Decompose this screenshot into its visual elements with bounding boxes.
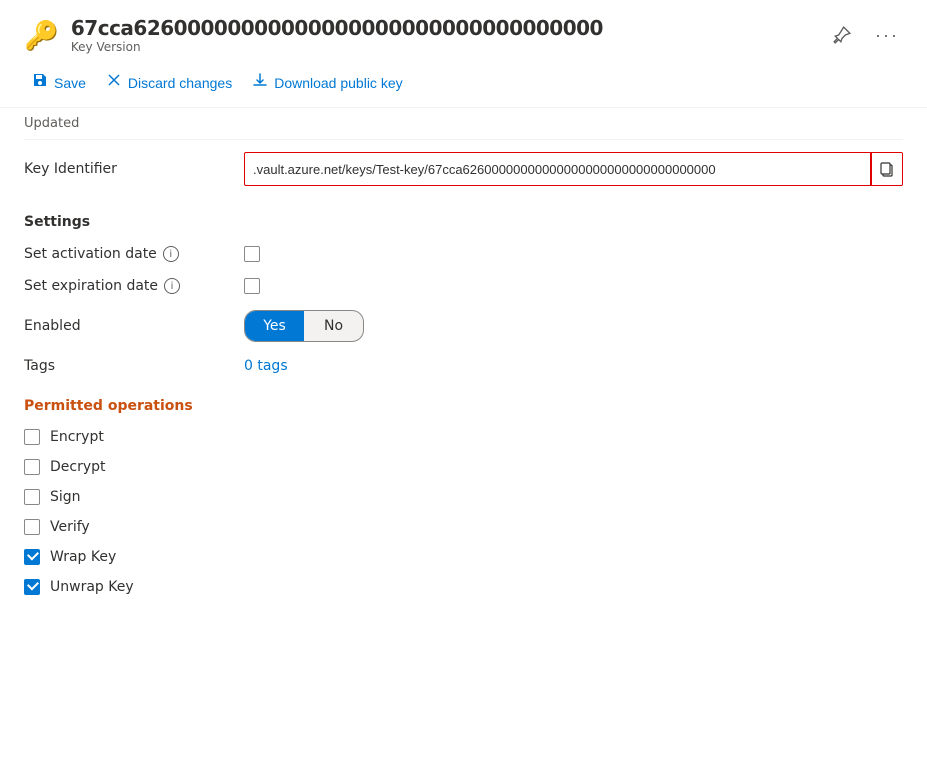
discard-label: Discard changes: [128, 75, 232, 91]
key-identifier-row: Key Identifier: [24, 140, 903, 198]
perm-op-unwrap_key-row: Unwrap Key: [24, 572, 903, 602]
perm-op-wrap_key-checkbox[interactable]: [24, 549, 40, 565]
more-options-button[interactable]: ···: [871, 21, 903, 50]
expiration-date-info-icon[interactable]: i: [164, 278, 180, 294]
enabled-row: Enabled Yes No: [24, 302, 903, 350]
perm-op-sign-checkbox[interactable]: [24, 489, 40, 505]
header-text: 67cca62600000000000000000000000000000000…: [71, 16, 817, 54]
tags-row: Tags 0 tags: [24, 350, 903, 382]
permitted-operations-list: Encrypt Decrypt Sign Verify Wrap Key Unwrap K…: [24, 422, 903, 602]
enabled-toggle-container: Yes No: [244, 310, 364, 342]
expiration-date-checkbox[interactable]: [244, 278, 260, 294]
perm-op-decrypt-checkbox[interactable]: [24, 459, 40, 475]
activation-date-row: Set activation date i: [24, 238, 903, 270]
key-identifier-input[interactable]: [245, 156, 870, 183]
perm-op-verify-label: Verify: [50, 519, 90, 535]
save-icon: [32, 72, 48, 93]
activation-date-text: Set activation date: [24, 246, 157, 262]
toolbar: Save Discard changes Download public key: [0, 58, 927, 108]
perm-op-unwrap_key-label: Unwrap Key: [50, 579, 134, 595]
permitted-operations-header: Permitted operations: [24, 382, 903, 422]
download-icon: [252, 72, 268, 93]
enabled-toggle[interactable]: Yes No: [244, 310, 364, 342]
perm-op-unwrap_key-checkbox[interactable]: [24, 579, 40, 595]
header-actions: ···: [829, 21, 903, 50]
expiration-date-text: Set expiration date: [24, 278, 158, 294]
pin-button[interactable]: [829, 22, 855, 48]
tags-text: Tags: [24, 358, 55, 374]
download-label: Download public key: [274, 75, 402, 91]
page-subtitle: Key Version: [71, 40, 817, 54]
discard-icon: [106, 72, 122, 93]
page-header: 🔑 67cca626000000000000000000000000000000…: [0, 0, 927, 58]
expiration-date-row: Set expiration date i: [24, 270, 903, 302]
discard-button[interactable]: Discard changes: [98, 66, 240, 99]
perm-op-encrypt-row: Encrypt: [24, 422, 903, 452]
download-button[interactable]: Download public key: [244, 66, 410, 99]
activation-date-label: Set activation date i: [24, 246, 244, 262]
activation-date-checkbox[interactable]: [244, 246, 260, 262]
expiration-date-label: Set expiration date i: [24, 278, 244, 294]
perm-op-sign-row: Sign: [24, 482, 903, 512]
copy-key-id-button[interactable]: [870, 153, 902, 185]
perm-op-encrypt-checkbox[interactable]: [24, 429, 40, 445]
settings-header: Settings: [24, 198, 903, 238]
perm-op-encrypt-label: Encrypt: [50, 429, 104, 445]
save-button[interactable]: Save: [24, 66, 94, 99]
perm-op-decrypt-row: Decrypt: [24, 452, 903, 482]
tags-label: Tags: [24, 358, 244, 374]
perm-op-sign-label: Sign: [50, 489, 81, 505]
content-area: Updated Key Identifier Settings Set acti…: [0, 108, 927, 602]
toggle-no-option[interactable]: No: [304, 311, 363, 341]
page-title: 67cca62600000000000000000000000000000000: [71, 16, 817, 40]
perm-op-decrypt-label: Decrypt: [50, 459, 106, 475]
key-identifier-label: Key Identifier: [24, 161, 244, 177]
perm-op-wrap_key-label: Wrap Key: [50, 549, 116, 565]
save-label: Save: [54, 75, 86, 91]
toggle-yes-option[interactable]: Yes: [245, 311, 304, 341]
perm-op-wrap_key-row: Wrap Key: [24, 542, 903, 572]
updated-label: Updated: [24, 116, 79, 131]
activation-date-info-icon[interactable]: i: [163, 246, 179, 262]
tags-link[interactable]: 0 tags: [244, 358, 288, 374]
enabled-label: Enabled: [24, 318, 244, 334]
key-icon: 🔑: [24, 19, 59, 52]
copy-icon: [879, 161, 895, 177]
updated-row: Updated: [24, 108, 903, 140]
key-identifier-wrapper: [244, 152, 903, 186]
perm-op-verify-checkbox[interactable]: [24, 519, 40, 535]
enabled-text: Enabled: [24, 318, 81, 334]
perm-op-verify-row: Verify: [24, 512, 903, 542]
